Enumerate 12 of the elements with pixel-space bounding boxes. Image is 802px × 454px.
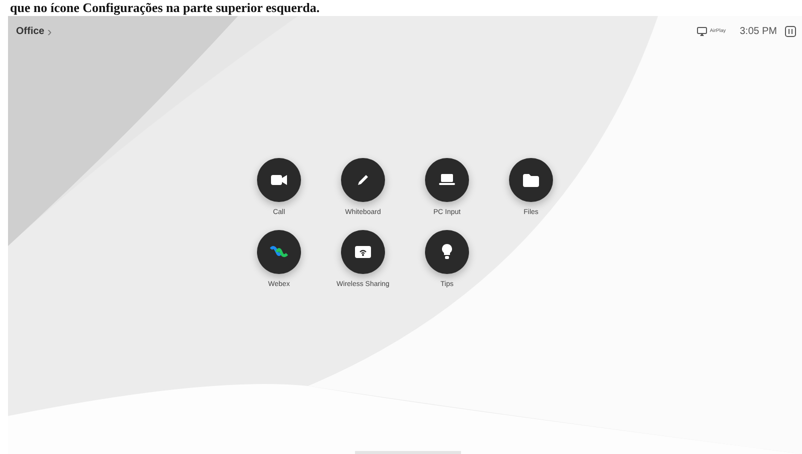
layout-toggle-icon[interactable] bbox=[785, 26, 796, 36]
pen-icon bbox=[356, 173, 370, 187]
camera-icon bbox=[271, 174, 287, 186]
screen-cast-icon[interactable] bbox=[696, 26, 707, 36]
laptop-icon bbox=[439, 174, 455, 186]
caption-text: que no ícone Configurações na parte superior esquerda. bbox=[9, 0, 321, 16]
folder-icon bbox=[523, 174, 539, 186]
lightbulb-icon bbox=[442, 244, 452, 260]
clock-time: 3:05 PM bbox=[740, 26, 777, 36]
screen-cast-icon bbox=[355, 246, 371, 258]
location-label[interactable]: Office bbox=[16, 26, 44, 36]
webex-logo-icon bbox=[270, 246, 288, 258]
